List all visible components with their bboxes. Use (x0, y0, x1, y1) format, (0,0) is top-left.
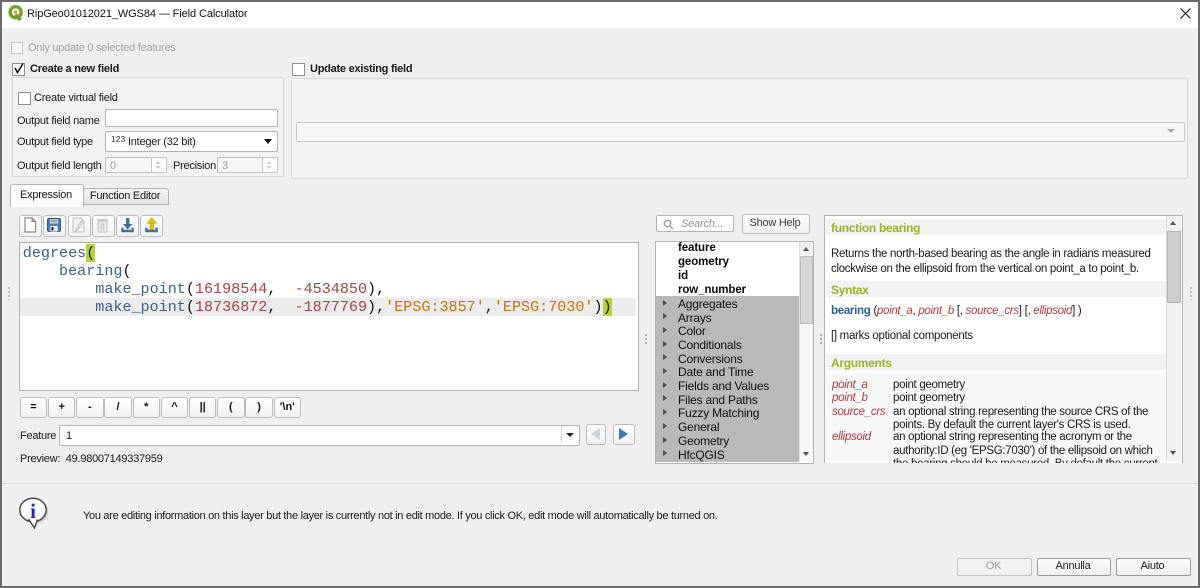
svg-text:i: i (30, 499, 36, 523)
